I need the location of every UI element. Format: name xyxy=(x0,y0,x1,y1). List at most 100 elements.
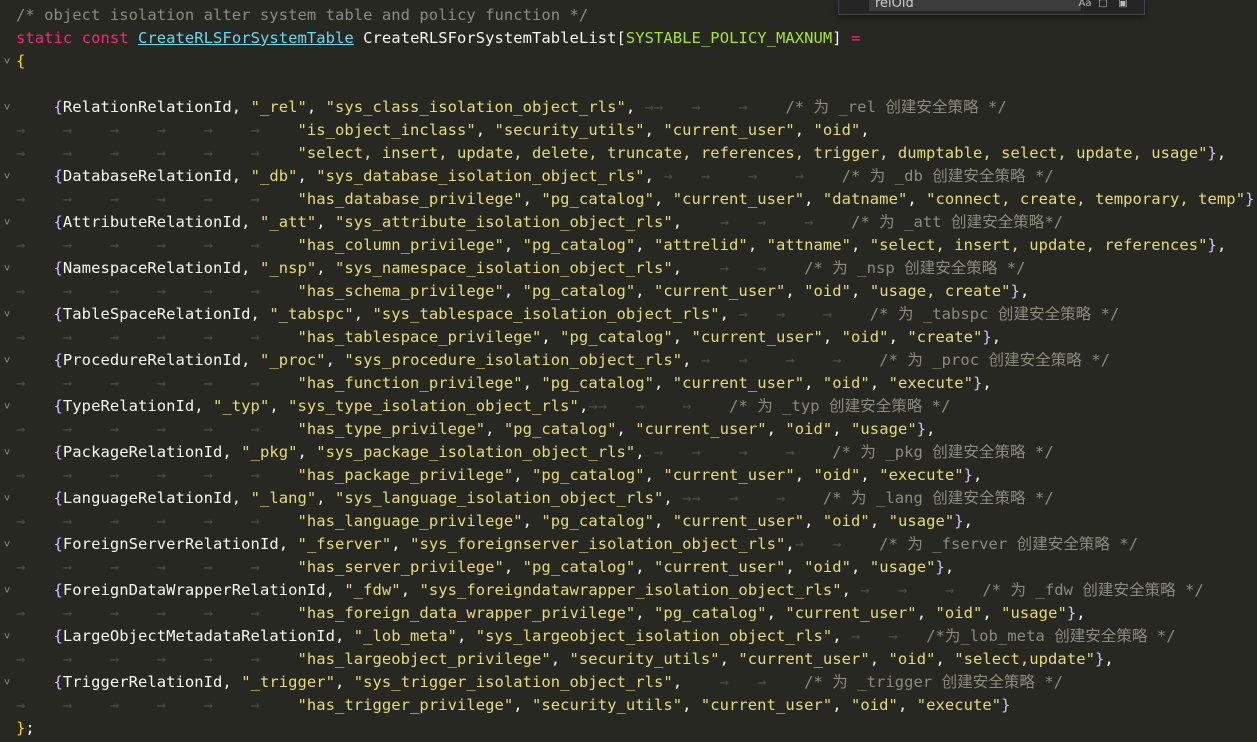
fold-chevron-icon[interactable]: ˅ xyxy=(1,165,13,188)
fold-chevron-icon[interactable]: ˅ xyxy=(1,579,13,602)
code-token-brace: } xyxy=(954,512,964,530)
code-token-ws xyxy=(16,259,54,277)
code-token-punc: , xyxy=(550,650,570,668)
code-token-punc: , xyxy=(982,374,992,392)
code-line[interactable]: {DatabaseRelationId, "_db", "sys_databas… xyxy=(16,165,1054,188)
code-line[interactable]: {ProcedureRelationId, "_proc", "sys_proc… xyxy=(16,349,1110,372)
code-token-punc: , xyxy=(851,558,870,576)
fold-chevron-icon[interactable]: ˅ xyxy=(1,625,13,648)
code-token-str: "has_database_privilege" xyxy=(297,190,523,208)
code-line[interactable]: → → → → → → "select, insert, update, del… xyxy=(16,142,1226,165)
code-token-str: "datname" xyxy=(822,190,908,208)
code-token-str: "pg_catalog" xyxy=(541,190,654,208)
fold-chevron-icon[interactable]: ˅ xyxy=(1,487,13,510)
fold-chevron-icon[interactable]: ˅ xyxy=(1,349,13,372)
code-line[interactable]: → → → → → → "has_language_privilege", "p… xyxy=(16,510,973,533)
code-token-punc: , xyxy=(766,420,786,438)
fold-chevron-icon[interactable]: ˅ xyxy=(1,303,13,326)
code-token-punc: , xyxy=(297,443,317,461)
code-line[interactable]: static const CreateRLSForSystemTable Cre… xyxy=(16,27,860,50)
code-token-ident: CreateRLSForSystemTableList xyxy=(353,29,617,47)
fold-chevron-icon[interactable]: ˅ xyxy=(1,96,13,119)
code-token-punc: , xyxy=(503,558,523,576)
code-token-punc: , xyxy=(475,121,495,139)
code-token-str: "security_utils" xyxy=(569,650,720,668)
code-token-str: "sys_class_isolation_object_rls" xyxy=(325,98,626,116)
code-line[interactable]: → → → → → → "has_largeobject_privilege",… xyxy=(16,648,1114,671)
code-token-str: "usage, create" xyxy=(869,282,1011,300)
code-token-punc: , xyxy=(635,282,654,300)
code-line[interactable]: {PackageRelationId, "_pkg", "sys_package… xyxy=(16,441,1054,464)
match-case-button[interactable]: Aa xyxy=(1077,0,1093,11)
code-token-punc: , xyxy=(625,98,645,116)
code-token-punc: , xyxy=(1076,604,1086,622)
code-line[interactable]: {LanguageRelationId, "_lang", "sys_langu… xyxy=(16,487,1054,510)
code-line[interactable]: {TypeRelationId, "_typ", "sys_type_isola… xyxy=(16,395,951,418)
code-token-punc: , xyxy=(869,512,889,530)
code-line[interactable]: {AttributeRelationId, "_att", "sys_attri… xyxy=(16,211,1064,234)
code-token-punc: , xyxy=(832,696,852,714)
code-token-str: "oid" xyxy=(851,696,898,714)
code-line[interactable]: → → → → → → "has_server_privilege", "pg_… xyxy=(16,556,954,579)
fold-chevron-icon[interactable]: ˅ xyxy=(1,671,13,694)
code-token-ws: → → xyxy=(682,673,805,691)
regex-icon[interactable]: ▣ xyxy=(1115,0,1131,11)
code-token-punc: , xyxy=(1104,650,1114,668)
fold-chevron-icon[interactable]: ˅ xyxy=(1,211,13,234)
code-line[interactable]: /* object isolation alter system table a… xyxy=(16,4,588,27)
code-token-brace: } xyxy=(935,558,945,576)
code-line[interactable]: → → → → → → "has_package_privilege", "pg… xyxy=(16,464,982,487)
code-token-punc: , xyxy=(663,489,683,507)
code-line[interactable]: {LargeObjectMetadataRelationId, "_lob_me… xyxy=(16,625,1176,648)
code-line[interactable]: { xyxy=(16,50,25,73)
fold-chevron-icon[interactable]: ˅ xyxy=(1,50,13,73)
code-line[interactable]: → → → → → → "has_schema_privilege", "pg_… xyxy=(16,280,1029,303)
code-token-ws: → → → xyxy=(729,305,870,323)
code-token-ws xyxy=(16,213,54,231)
code-token-str: "has_foreign_data_wrapper_privilege" xyxy=(297,604,636,622)
code-token-ws: → → → → → → xyxy=(16,236,298,254)
code-token-str: "current_user" xyxy=(635,420,767,438)
fold-chevron-icon[interactable]: ˅ xyxy=(1,441,13,464)
code-line[interactable]: → → → → → → "has_type_privilege", "pg_ca… xyxy=(16,418,936,441)
fold-chevron-icon[interactable]: ˅ xyxy=(1,395,13,418)
code-token-punc: , xyxy=(719,650,739,668)
code-token-ws: → → → → → → xyxy=(16,190,298,208)
code-token-str: "security_utils" xyxy=(532,696,683,714)
fold-chevron-icon[interactable]: ˅ xyxy=(1,533,13,556)
code-token-str: "attname" xyxy=(766,236,852,254)
code-line[interactable]: {NamespaceRelationId, "_nsp", "sys_names… xyxy=(16,257,1026,280)
code-token-punc: , xyxy=(644,167,664,185)
code-line[interactable]: {ForeignServerRelationId, "_fserver", "s… xyxy=(16,533,1139,556)
code-line[interactable]: → → → → → → "has_database_privilege", "p… xyxy=(16,188,1257,211)
code-line[interactable]: {TableSpaceRelationId, "_tabspc", "sys_t… xyxy=(16,303,1120,326)
code-token-str: "security_utils" xyxy=(494,121,645,139)
code-line[interactable]: {ForeignDataWrapperRelationId, "_fdw", "… xyxy=(16,579,1204,602)
code-editor[interactable]: /* object isolation alter system table a… xyxy=(0,0,1257,742)
fold-chevron-icon[interactable]: ˅ xyxy=(1,257,13,280)
code-token-punc: , xyxy=(804,190,823,208)
code-line[interactable]: {TriggerRelationId, "_trigger", "sys_tri… xyxy=(16,671,1064,694)
code-line[interactable]: → → → → → → "has_trigger_privilege", "se… xyxy=(16,694,1011,717)
code-token-ws: → → → → → → xyxy=(16,512,298,530)
code-token-punc: , xyxy=(822,328,842,346)
code-line[interactable]: → → → → → → "has_foreign_data_wrapper_pr… xyxy=(16,602,1086,625)
code-token-punc: , xyxy=(654,374,673,392)
code-token-str: "current_user" xyxy=(672,190,805,208)
code-token-ident: TypeRelationId, xyxy=(62,397,214,415)
code-line[interactable]: → → → → → → "has_function_privilege", "p… xyxy=(16,372,992,395)
code-line[interactable]: {RelationRelationId, "_rel", "sys_class_… xyxy=(16,96,1007,119)
code-token-str: "sys_largeobject_isolation_object_rls" xyxy=(475,627,833,645)
code-line[interactable]: → → → → → → "has_tablespace_privilege", … xyxy=(16,326,1001,349)
code-token-str: "current_user" xyxy=(672,374,805,392)
code-line[interactable]: → → → → → → "is_object_inclass", "securi… xyxy=(16,119,870,142)
code-token-ws xyxy=(16,397,54,415)
code-token-comment: /* 为 _typ 创建安全策略 */ xyxy=(729,397,951,415)
code-token-ws: → → → → → → xyxy=(16,121,298,139)
code-line[interactable]: }; xyxy=(16,717,35,740)
find-input[interactable] xyxy=(869,0,1081,11)
code-token-brace: { xyxy=(53,627,63,645)
code-line[interactable]: → → → → → → "has_column_privilege", "pg_… xyxy=(16,234,1226,257)
whole-word-icon[interactable]: ▢ xyxy=(1095,0,1111,11)
code-token-punc: , xyxy=(672,328,692,346)
